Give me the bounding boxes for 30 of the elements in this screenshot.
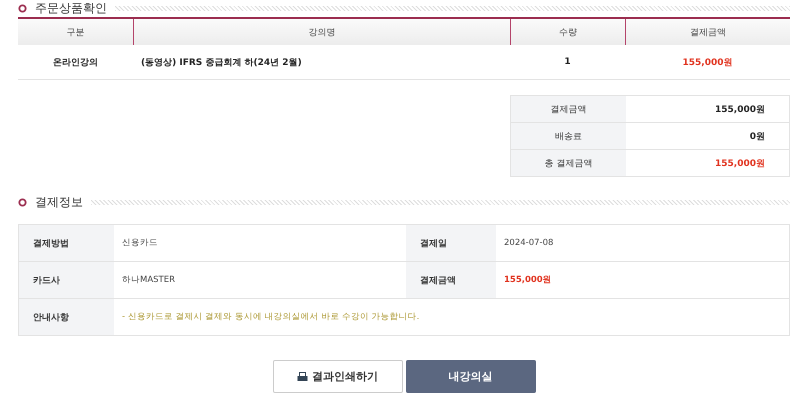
info-value: 2024-07-08 [503,237,554,250]
table-cell-text: 1 [563,56,572,69]
section-title: 결제정보 [35,194,83,210]
summary-label: 총 결제금액 [511,149,626,176]
info-label: 결제일 [406,225,496,261]
info-value: - 신용카드로 결제시 결제와 동시에 내강의실에서 바로 수강이 가능합니다. [114,298,789,335]
info-label: 안내사항 [19,298,114,335]
table-cell-text: 온라인강의 [52,56,99,70]
info-value: 신용카드 [121,237,159,250]
info-value: 155,000원 [496,261,789,298]
column-header: 강의명 [133,19,510,45]
info-label: 결제방법 [19,225,114,261]
summary-value: 155,000원 [714,104,766,116]
print-button[interactable]: 결과인쇄하기 [272,360,402,393]
column-header: 결제금액 [625,19,790,45]
column-header: 수량 [510,19,625,45]
table-cell-text: 155,000원 [682,56,734,70]
bullet-icon [18,198,27,206]
printer-icon [297,372,308,382]
summary-label: 배송료 [511,122,626,149]
summary-value: 0원 [626,122,789,149]
info-label: 결제금액 [406,261,496,298]
info-label: 카드사 [19,261,114,298]
bullet-icon [18,4,27,13]
section-title: 주문상품확인 [35,0,107,17]
summary-value: 155,000원 [626,149,789,176]
table-cell-text: (동영상) IFRS 중급회계 하(24년 2월) [140,56,303,70]
summary-label: 결제금액 [511,96,626,122]
column-header: 구분 [18,19,133,45]
my-classroom-button[interactable]: 내강의실 [406,360,536,393]
